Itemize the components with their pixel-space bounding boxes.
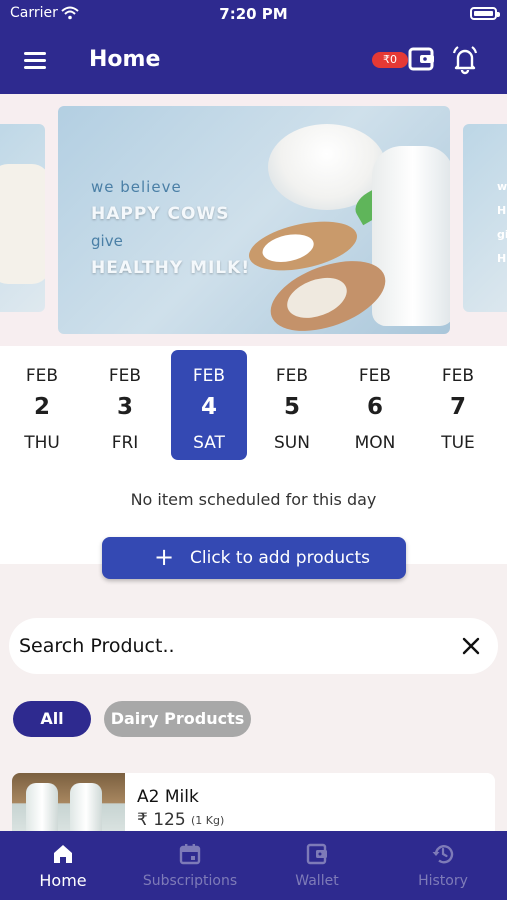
page-title: Home — [89, 47, 161, 72]
calendar-icon — [179, 844, 201, 865]
history-icon — [432, 845, 454, 864]
nav-wallet[interactable]: Wallet — [254, 831, 380, 900]
banner-peek-text: we — [497, 180, 507, 193]
category-chip-all[interactable]: All — [13, 701, 91, 737]
date-item-selected[interactable]: FEB 4 SAT — [171, 350, 247, 460]
menu-icon[interactable] — [24, 52, 46, 69]
bottom-navigation: Home Subscriptions Wallet History — [0, 831, 507, 900]
wallet-balance-badge[interactable]: ₹0 — [372, 52, 408, 68]
product-unit: (1 Kg) — [191, 814, 225, 827]
banner-slide-current[interactable]: we believe HAPPY COWS give HEALTHY MILK! — [58, 106, 450, 334]
milk-jar-image — [372, 146, 450, 326]
banner-text-line4: HEALTHY MILK! — [91, 258, 251, 278]
date-item[interactable]: FEB 5 SUN — [254, 350, 330, 460]
banner-slide-next[interactable]: we H gi H — [463, 124, 507, 312]
home-icon — [54, 845, 72, 863]
search-bar — [9, 618, 498, 674]
date-item[interactable]: FEB 6 MON — [337, 350, 413, 460]
nav-wallet-label: Wallet — [295, 873, 339, 889]
wallet-icon[interactable] — [408, 46, 436, 72]
notification-bell-icon[interactable] — [449, 44, 481, 76]
date-item[interactable]: FEB 3 FRI — [87, 350, 163, 460]
category-chip-dairy-products[interactable]: Dairy Products — [104, 701, 251, 737]
search-input[interactable] — [19, 628, 439, 664]
date-selector: FEB 2 THU FEB 3 FRI FEB 4 SAT FEB 5 SUN … — [0, 346, 507, 579]
nav-history[interactable]: History — [380, 831, 506, 900]
banner-peek-text: H — [497, 252, 507, 265]
banner-text-line1: we believe — [91, 178, 182, 196]
date-item[interactable]: FEB 7 TUE — [420, 350, 496, 460]
nav-home-label: Home — [39, 871, 87, 890]
app-header: Carrier 7:20 PM Home ₹0 — [0, 0, 507, 94]
battery-icon — [470, 7, 500, 20]
add-products-button[interactable]: + Click to add products — [102, 537, 406, 579]
add-products-label: Click to add products — [190, 548, 371, 568]
nav-home[interactable]: Home — [0, 831, 126, 900]
banner-carousel[interactable]: we believe HAPPY COWS give HEALTHY MILK!… — [0, 94, 507, 346]
status-time: 7:20 PM — [219, 5, 288, 23]
date-item[interactable]: FEB 2 THU — [4, 350, 80, 460]
status-bar: Carrier 7:20 PM — [0, 0, 507, 28]
empty-schedule-message: No item scheduled for this day — [130, 490, 377, 509]
nav-history-label: History — [418, 873, 468, 889]
product-price: ₹ 125 — [137, 810, 186, 830]
nav-subscriptions-label: Subscriptions — [142, 873, 238, 889]
banner-text-line3: give — [91, 232, 123, 250]
wallet-icon — [306, 843, 327, 865]
banner-slide-previous[interactable] — [0, 124, 45, 312]
close-icon[interactable] — [460, 635, 482, 657]
plus-icon: + — [154, 543, 175, 571]
nav-subscriptions[interactable]: Subscriptions — [127, 831, 253, 900]
product-name: A2 Milk — [137, 787, 199, 807]
banner-text-line2: HAPPY COWS — [91, 204, 230, 224]
banner-peek-text: H — [497, 204, 507, 217]
banner-peek-text: gi — [497, 228, 507, 241]
